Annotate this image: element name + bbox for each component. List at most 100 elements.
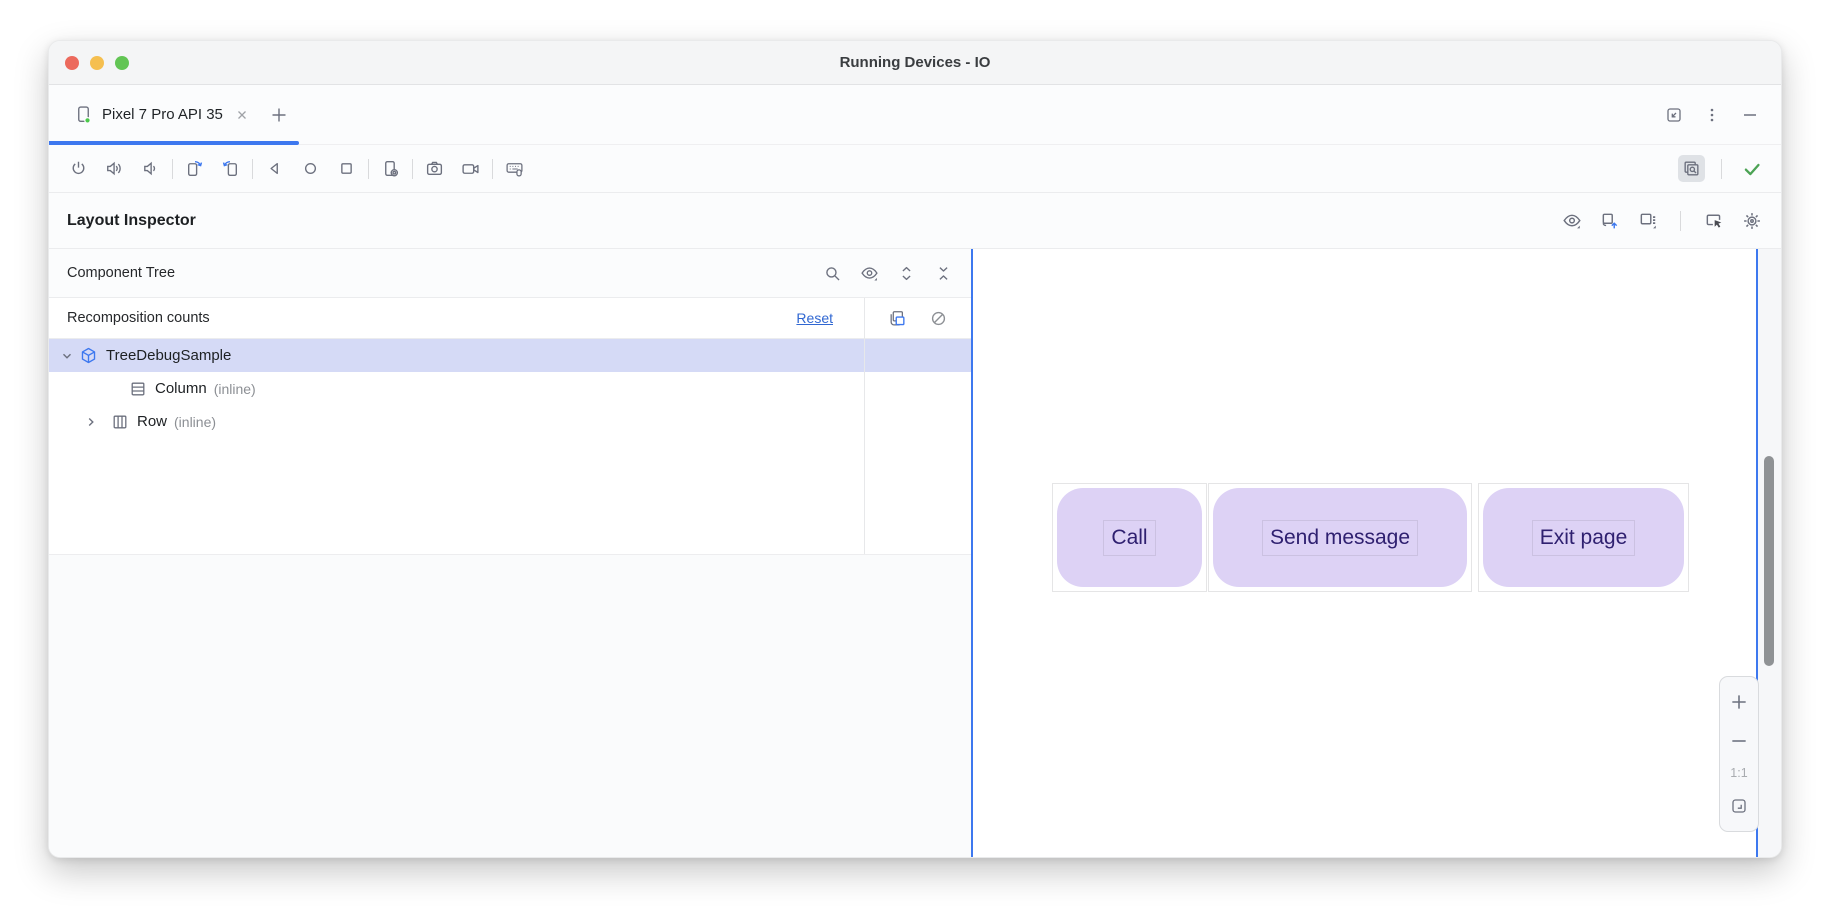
layout-inspector-actions bbox=[1558, 207, 1765, 234]
layout-inspector-toggle-button[interactable] bbox=[1678, 155, 1705, 182]
toolbar-separator bbox=[412, 159, 413, 179]
new-tab-button[interactable] bbox=[266, 101, 293, 128]
tree-node-label: Column bbox=[155, 380, 207, 397]
toolbar-separator bbox=[252, 159, 253, 179]
reset-recomposition-link[interactable]: Reset bbox=[796, 310, 833, 326]
recomposition-counts-row: Recomposition counts Reset bbox=[49, 298, 971, 339]
rotate-right-button[interactable] bbox=[217, 155, 244, 182]
zoom-in-icon[interactable] bbox=[1726, 689, 1752, 715]
screenshot-camera-button[interactable] bbox=[421, 155, 448, 182]
more-options-kebab-icon[interactable] bbox=[1698, 101, 1725, 128]
tree-node-suffix: (inline) bbox=[174, 414, 216, 430]
toolbar-group-device-settings bbox=[377, 155, 404, 182]
disable-recomposition-icon[interactable] bbox=[925, 305, 952, 332]
layout-inspector-header: Layout Inspector bbox=[49, 193, 1781, 249]
active-tab-underline bbox=[49, 141, 299, 145]
tab-bar: Pixel 7 Pro API 35 bbox=[49, 85, 1781, 145]
device-phone-online-icon bbox=[73, 105, 93, 125]
tab-label: Pixel 7 Pro API 35 bbox=[102, 106, 223, 123]
component-tree-title: Component Tree bbox=[67, 265, 175, 281]
tree-panel-empty-area bbox=[49, 554, 971, 857]
component-picker-icon[interactable] bbox=[1700, 207, 1727, 234]
counts-column-divider bbox=[864, 298, 865, 554]
dock-window-icon[interactable] bbox=[1660, 101, 1687, 128]
zoom-controls: 1:1 bbox=[1719, 676, 1759, 832]
tree-node-label: TreeDebugSample bbox=[106, 347, 231, 364]
overview-button[interactable] bbox=[333, 155, 360, 182]
device-exit-page-button[interactable]: Exit page bbox=[1483, 488, 1684, 587]
render-bounds-exit-page: Exit page bbox=[1478, 483, 1689, 592]
tree-node-suffix: (inline) bbox=[214, 381, 256, 397]
column-layout-icon bbox=[128, 379, 147, 398]
zoom-actual-size-label[interactable]: 1:1 bbox=[1730, 766, 1747, 780]
home-button[interactable] bbox=[297, 155, 324, 182]
toolbar-separator bbox=[1721, 159, 1722, 179]
recomposition-counts-toggle-icon[interactable] bbox=[884, 305, 911, 332]
toolbar-separator bbox=[1680, 211, 1681, 231]
device-call-button[interactable]: Call bbox=[1057, 488, 1202, 587]
tree-options-icon[interactable] bbox=[1634, 207, 1661, 234]
toolbar-group-rotate bbox=[181, 155, 244, 182]
volume-down-button[interactable] bbox=[137, 155, 164, 182]
tree-row-treedebugsample[interactable]: TreeDebugSample bbox=[49, 339, 971, 372]
tab-bar-right-actions bbox=[1660, 101, 1781, 128]
render-bounds-call: Call bbox=[1052, 483, 1207, 592]
back-button[interactable] bbox=[261, 155, 288, 182]
main-split: Component Tree bbox=[49, 249, 1781, 857]
settings-gear-icon[interactable] bbox=[1738, 207, 1765, 234]
compose-node-cube-icon bbox=[79, 346, 98, 365]
device-send-message-button[interactable]: Send message bbox=[1213, 488, 1467, 587]
scrollbar-thumb[interactable] bbox=[1764, 456, 1774, 666]
recomposition-actions bbox=[864, 298, 971, 338]
render-bounds-send-message: Send message bbox=[1208, 483, 1472, 592]
tree-node-label: Row bbox=[137, 413, 167, 430]
chevron-down-icon[interactable] bbox=[58, 347, 76, 365]
component-tree-panel: Component Tree bbox=[49, 249, 971, 857]
toolbar-group-capture bbox=[421, 155, 484, 182]
device-render-panel: Call Send message Exit page bbox=[973, 249, 1781, 857]
hardware-input-button[interactable] bbox=[501, 155, 528, 182]
view-options-eye-icon[interactable] bbox=[1558, 207, 1585, 234]
toolbar-group-navigation bbox=[261, 155, 360, 182]
fit-to-window-icon[interactable] bbox=[1726, 793, 1752, 819]
close-tab-icon[interactable] bbox=[232, 105, 252, 125]
export-snapshot-icon[interactable] bbox=[1596, 207, 1623, 234]
toolbar-group-input bbox=[501, 155, 528, 182]
rotate-left-button[interactable] bbox=[181, 155, 208, 182]
layout-inspector-title: Layout Inspector bbox=[67, 212, 196, 230]
power-button[interactable] bbox=[65, 155, 92, 182]
tree-row-column[interactable]: Column (inline) bbox=[49, 372, 971, 405]
toolbar-right-actions bbox=[1678, 155, 1765, 182]
toolbar-group-power-volume bbox=[65, 155, 164, 182]
device-toolbar bbox=[49, 145, 1781, 193]
visibility-filter-eye-icon[interactable] bbox=[856, 260, 883, 287]
hide-tool-window-icon[interactable] bbox=[1736, 101, 1763, 128]
toolbar-separator bbox=[492, 159, 493, 179]
row-layout-icon bbox=[110, 412, 129, 431]
zoom-out-icon[interactable] bbox=[1726, 728, 1752, 754]
search-icon[interactable] bbox=[819, 260, 846, 287]
recomposition-counts-label: Recomposition counts bbox=[67, 310, 210, 326]
toolbar-separator bbox=[368, 159, 369, 179]
toolbar-separator bbox=[172, 159, 173, 179]
component-tree-body: TreeDebugSample Column (inline) bbox=[49, 339, 971, 554]
component-tree-actions bbox=[819, 260, 957, 287]
screen-record-button[interactable] bbox=[457, 155, 484, 182]
device-button-label: Call bbox=[1103, 520, 1155, 556]
collapse-all-icon[interactable] bbox=[930, 260, 957, 287]
chevron-right-icon[interactable] bbox=[82, 413, 100, 431]
device-button-label: Send message bbox=[1262, 520, 1418, 556]
tab-pixel-7-pro[interactable]: Pixel 7 Pro API 35 bbox=[73, 85, 252, 144]
running-devices-window: Running Devices - IO Pixel 7 Pro API 35 bbox=[48, 40, 1782, 858]
window-title: Running Devices - IO bbox=[49, 54, 1781, 71]
expand-all-icon[interactable] bbox=[893, 260, 920, 287]
titlebar: Running Devices - IO bbox=[49, 41, 1781, 85]
session-ready-check-icon bbox=[1738, 155, 1765, 182]
device-button-label: Exit page bbox=[1532, 520, 1636, 556]
tree-row-row[interactable]: Row (inline) bbox=[49, 405, 971, 438]
volume-up-button[interactable] bbox=[101, 155, 128, 182]
device-settings-button[interactable] bbox=[377, 155, 404, 182]
component-tree-toolbar: Component Tree bbox=[49, 249, 971, 298]
screenshot-stage: Running Devices - IO Pixel 7 Pro API 35 bbox=[0, 0, 1834, 910]
vertical-scrollbar[interactable] bbox=[1758, 249, 1781, 857]
